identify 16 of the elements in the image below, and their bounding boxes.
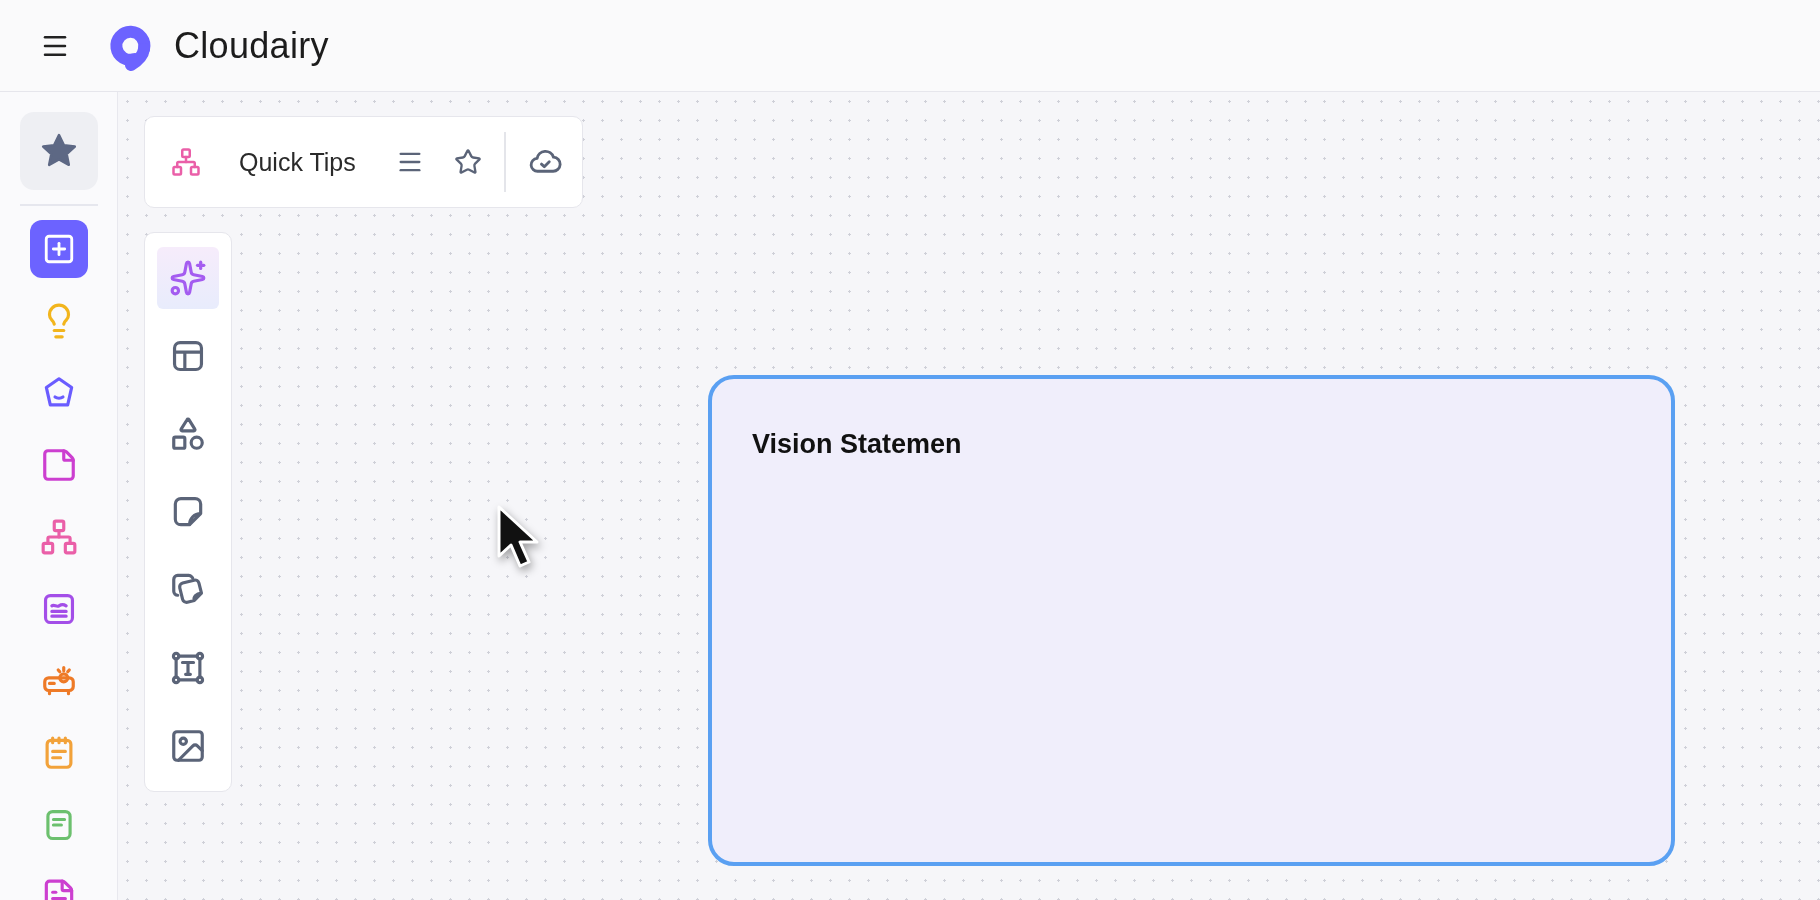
tool-button[interactable] bbox=[157, 247, 219, 309]
sidebar-item[interactable] bbox=[19, 112, 98, 190]
flowchart-button[interactable] bbox=[171, 147, 201, 177]
text-frame-icon bbox=[169, 649, 207, 687]
sparkles-icon bbox=[169, 259, 207, 297]
brand-name: Cloudairy bbox=[174, 24, 329, 67]
shapes-icon bbox=[169, 415, 207, 453]
note-card[interactable]: Vision Statemen bbox=[708, 375, 1675, 866]
flowchart-icon bbox=[39, 518, 78, 556]
create-button[interactable] bbox=[29, 220, 88, 278]
image-icon bbox=[169, 727, 207, 765]
card-title: Vision Statemen bbox=[752, 429, 963, 460]
favorite-button[interactable] bbox=[453, 148, 482, 176]
star-icon bbox=[453, 148, 482, 176]
board-title: Quick Tips bbox=[239, 147, 356, 177]
flowchart-icon bbox=[171, 147, 201, 177]
